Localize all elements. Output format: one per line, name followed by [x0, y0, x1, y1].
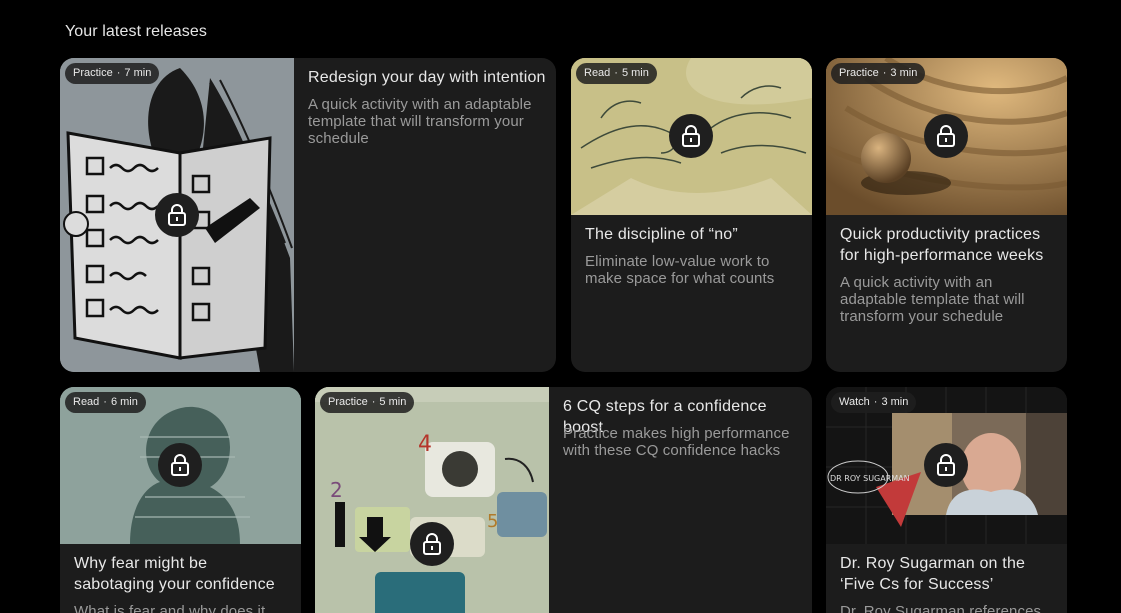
card-thumbnail: Practice · 3 min — [826, 58, 1067, 215]
padlock-icon — [924, 443, 968, 487]
svg-text:5: 5 — [487, 511, 498, 532]
content-badge: Read · 6 min — [65, 392, 146, 413]
card-description: What is fear and why does it — [74, 603, 266, 613]
card-thumbnail: DR ROY SUGARMAN Watch · 3 min — [826, 387, 1067, 544]
release-card[interactable]: Read · 6 min Why fear might be sabotaging … — [60, 387, 301, 613]
padlock-icon — [410, 522, 454, 566]
card-description: A quick activity with an adaptable templ… — [308, 96, 532, 147]
card-description: A quick activity with an adaptable templ… — [840, 274, 1025, 325]
section-title: Your latest releases — [65, 23, 207, 40]
card-description: Eliminate low-value work to make space f… — [585, 253, 775, 287]
card-description: Practice makes high performance with the… — [563, 425, 790, 459]
padlock-icon — [669, 114, 713, 158]
card-thumbnail: Practice · 7 min — [60, 58, 294, 372]
release-card[interactable]: 4 2 5 Practice · 5 min 6 CQ steps for a co… — [315, 387, 812, 613]
card-thumbnail: 4 2 5 Practice · 5 min — [315, 387, 549, 613]
release-card[interactable]: DR ROY SUGARMAN Watch · 3 min Dr. Roy Suga… — [826, 387, 1067, 613]
card-title[interactable]: The discipline of “no” — [585, 224, 800, 245]
collage-illustration: 4 2 5 — [315, 387, 549, 613]
content-badge: Read · 5 min — [576, 63, 657, 84]
card-title[interactable]: Dr. Roy Sugarman on the ‘Five Cs for Suc… — [840, 553, 1055, 595]
card-title[interactable]: Redesign your day with intention — [308, 67, 548, 88]
content-badge: Practice · 3 min — [831, 63, 926, 84]
card-title[interactable]: Quick productivity practices for high-pe… — [840, 224, 1055, 266]
content-badge: Practice · 7 min — [65, 63, 160, 84]
card-title[interactable]: Why fear might be sabotaging your confid… — [74, 553, 289, 595]
svg-text:4: 4 — [418, 432, 432, 457]
release-card[interactable]: Read · 5 min The discipline of “no” Elimin… — [571, 58, 812, 372]
card-thumbnail: Read · 6 min — [60, 387, 301, 544]
card-thumbnail: Read · 5 min — [571, 58, 812, 215]
video-caption: DR ROY SUGARMAN — [830, 474, 910, 483]
release-card[interactable]: Practice · 3 min Quick productivity practi… — [826, 58, 1067, 372]
card-description: Dr. Roy Sugarman references — [840, 603, 1042, 613]
padlock-icon — [924, 114, 968, 158]
content-badge: Practice · 5 min — [320, 392, 415, 413]
svg-text:2: 2 — [330, 478, 343, 502]
release-card[interactable]: Practice · 7 min Redesign your day with in… — [60, 58, 556, 372]
padlock-icon — [158, 443, 202, 487]
content-badge: Watch · 3 min — [831, 392, 917, 413]
padlock-icon — [155, 193, 199, 237]
